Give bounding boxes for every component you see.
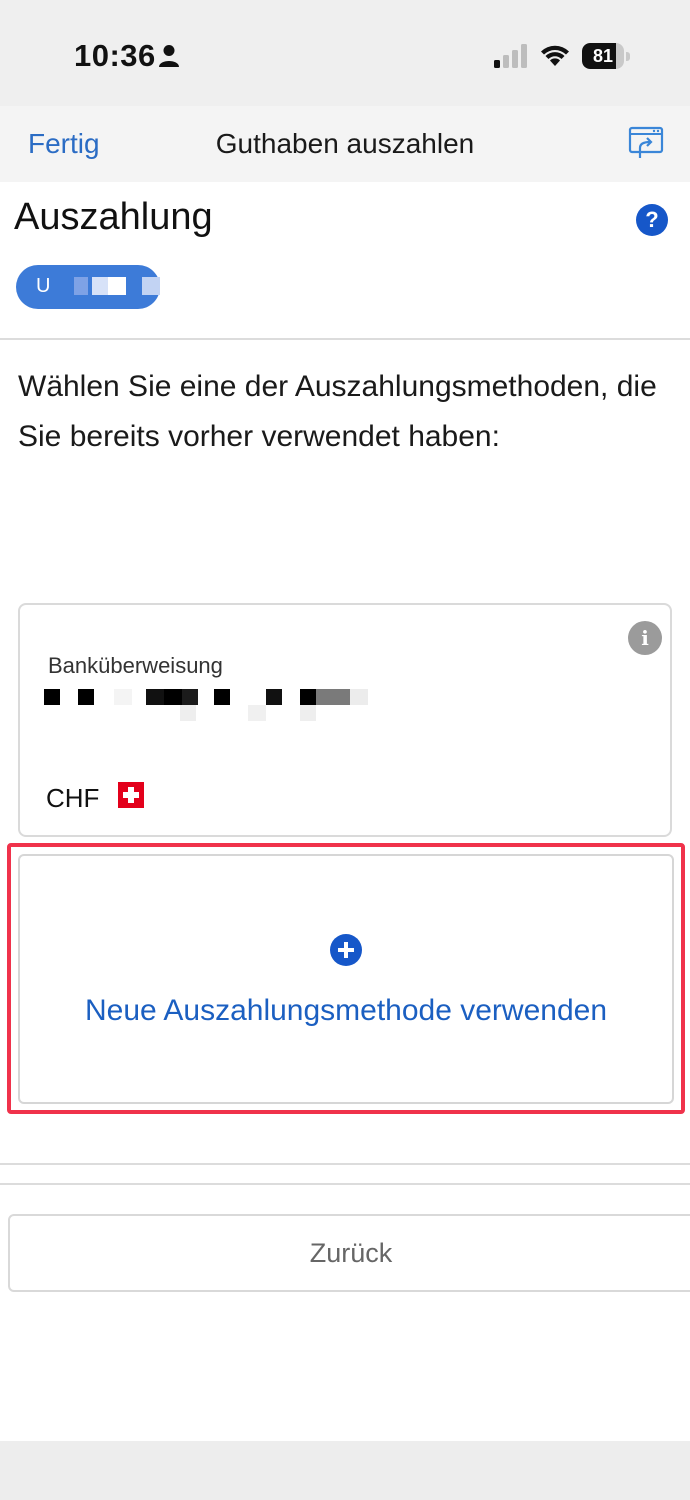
- masked-account-part: [92, 277, 108, 295]
- status-time: 10:36: [74, 38, 156, 73]
- person-icon: [159, 45, 179, 67]
- new-method-card[interactable]: Neue Auszahlungsmethode verwenden: [18, 854, 674, 1104]
- swiss-flag-icon: [118, 782, 144, 808]
- nav-bar: Guthaben auszahlen Fertig: [0, 106, 690, 182]
- info-icon[interactable]: i: [628, 621, 662, 655]
- nav-title: Guthaben auszahlen: [215, 128, 475, 159]
- masked-account-part: [74, 277, 88, 295]
- status-bar: 10:36 81: [0, 0, 690, 106]
- method-name: Banküberweisung: [48, 653, 223, 678]
- page-title: Auszahlung: [14, 196, 213, 238]
- masked-account-part: [142, 277, 160, 295]
- masked-account-part: [108, 277, 126, 295]
- divider: [0, 1183, 690, 1185]
- bottom-bar: [0, 1441, 690, 1500]
- account-initial: U: [36, 275, 51, 297]
- back-button[interactable]: Zurück: [8, 1214, 690, 1292]
- battery-icon: 81: [582, 43, 630, 69]
- battery-percentage: 81: [592, 46, 614, 66]
- new-method-label: Neue Auszahlungsmethode verwenden: [84, 994, 608, 1027]
- currency-label: CHF: [46, 783, 100, 813]
- divider: [0, 338, 690, 340]
- help-icon[interactable]: ?: [636, 204, 668, 236]
- intro-text: Wählen Sie eine der Auszahlungsmethoden,…: [18, 370, 657, 453]
- account-chip[interactable]: U: [16, 265, 160, 309]
- divider: [0, 1163, 690, 1165]
- plus-icon: [330, 934, 362, 966]
- wifi-icon: [541, 45, 569, 66]
- masked-account-number: [44, 687, 384, 727]
- share-screen-icon[interactable]: [628, 126, 664, 160]
- saved-method-card[interactable]: i Banküberweisung CHF: [18, 603, 672, 837]
- signal-icon: [494, 44, 527, 68]
- done-button[interactable]: Fertig: [28, 128, 100, 160]
